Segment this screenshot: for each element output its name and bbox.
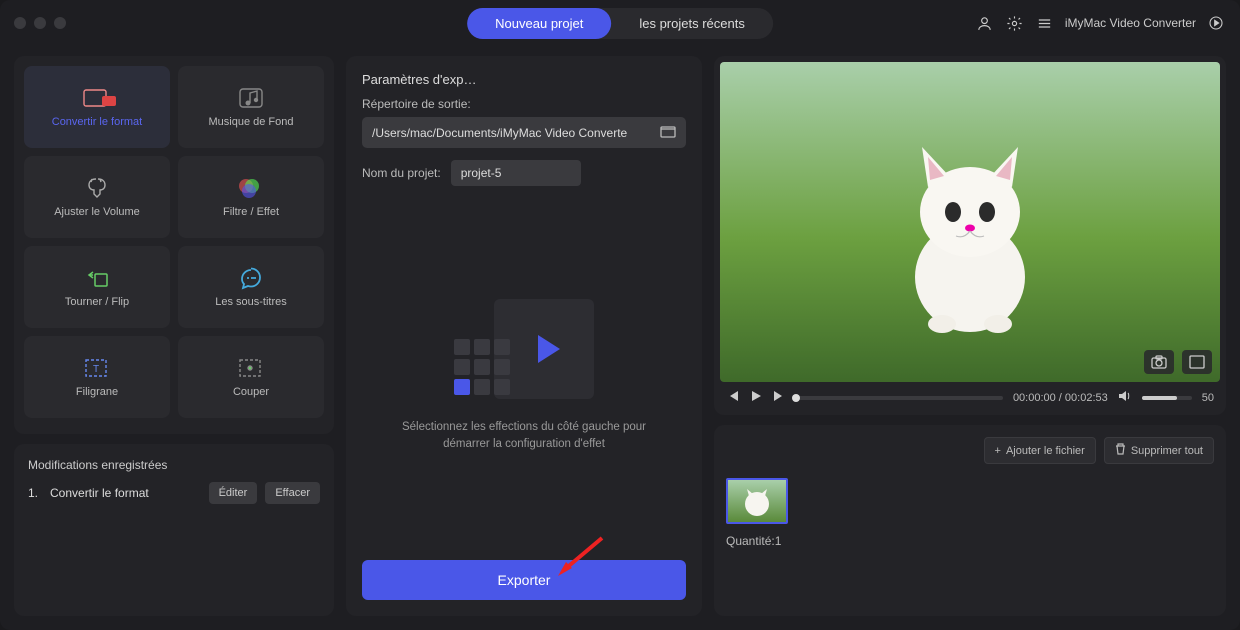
tool-convert-format[interactable]: Convertir le format bbox=[24, 66, 170, 148]
asset-count: Quantité:1 bbox=[726, 534, 1214, 548]
svg-text:T: T bbox=[93, 364, 99, 375]
maximize-window[interactable] bbox=[54, 17, 66, 29]
tool-rotate-flip[interactable]: Tourner / Flip bbox=[24, 246, 170, 328]
settings-icon[interactable] bbox=[1005, 13, 1025, 33]
watermark-icon: T bbox=[82, 356, 112, 380]
tool-label: Ajuster le Volume bbox=[54, 206, 140, 218]
delete-all-button[interactable]: Supprimer tout bbox=[1104, 437, 1214, 464]
tool-label: Filigrane bbox=[76, 386, 118, 398]
tools-panel: Convertir le format Musique de Fond Ajus… bbox=[14, 56, 334, 434]
modification-row: 1. Convertir le format Éditer Effacer bbox=[28, 482, 320, 504]
music-icon bbox=[236, 86, 266, 110]
tool-label: Les sous-titres bbox=[215, 296, 287, 308]
top-tabs: Nouveau projet les projets récents bbox=[467, 8, 773, 39]
tool-subtitles[interactable]: Les sous-titres bbox=[178, 246, 324, 328]
modifications-title: Modifications enregistrées bbox=[28, 458, 320, 472]
assets-panel: +Ajouter le fichier Supprimer tout Quant… bbox=[714, 425, 1226, 616]
cut-icon bbox=[236, 356, 266, 380]
account-icon[interactable] bbox=[975, 13, 995, 33]
tool-label: Couper bbox=[233, 386, 269, 398]
export-button[interactable]: Exporter bbox=[362, 560, 686, 600]
filter-icon bbox=[236, 176, 266, 200]
tool-label: Musique de Fond bbox=[209, 116, 294, 128]
export-panel-title: Paramètres d'exp… bbox=[362, 72, 686, 87]
play-badge-icon[interactable] bbox=[1206, 13, 1226, 33]
volume-value: 50 bbox=[1202, 392, 1214, 404]
tool-watermark[interactable]: T Filigrane bbox=[24, 336, 170, 418]
tool-label: Filtre / Effet bbox=[223, 206, 279, 218]
volume-icon bbox=[82, 176, 112, 200]
time-display: 00:00:00 / 00:02:53 bbox=[1013, 392, 1108, 404]
output-dir-label: Répertoire de sortie: bbox=[362, 97, 686, 111]
tool-adjust-volume[interactable]: Ajuster le Volume bbox=[24, 156, 170, 238]
tool-background-music[interactable]: Musique de Fond bbox=[178, 66, 324, 148]
progress-bar[interactable] bbox=[796, 396, 1003, 400]
tool-label: Tourner / Flip bbox=[65, 296, 129, 308]
preview-panel: 00:00:00 / 00:02:53 50 bbox=[714, 56, 1226, 415]
tool-label: Convertir le format bbox=[52, 116, 142, 128]
subtitles-icon bbox=[236, 266, 266, 290]
browse-folder-icon[interactable] bbox=[660, 124, 676, 141]
titlebar: Nouveau projet les projets récents iMyMa… bbox=[0, 0, 1240, 46]
effect-illustration bbox=[454, 299, 594, 399]
volume-slider[interactable] bbox=[1142, 396, 1192, 400]
plus-icon: + bbox=[995, 445, 1001, 457]
app-title: iMyMac Video Converter bbox=[1065, 16, 1196, 30]
menu-icon[interactable] bbox=[1035, 13, 1055, 33]
preview-content bbox=[850, 102, 1090, 342]
close-window[interactable] bbox=[14, 17, 26, 29]
player-controls: 00:00:00 / 00:02:53 50 bbox=[720, 382, 1220, 405]
tool-filter-effect[interactable]: Filtre / Effet bbox=[178, 156, 324, 238]
tab-new-project[interactable]: Nouveau projet bbox=[467, 8, 611, 39]
minimize-window[interactable] bbox=[34, 17, 46, 29]
output-dir-value: /Users/mac/Documents/iMyMac Video Conver… bbox=[372, 126, 652, 140]
export-panel: Paramètres d'exp… Répertoire de sortie: … bbox=[346, 56, 702, 616]
project-name-label: Nom du projet: bbox=[362, 166, 441, 180]
play-icon[interactable] bbox=[750, 390, 762, 405]
prev-icon[interactable] bbox=[726, 390, 740, 405]
effect-hint: Sélectionnez les effections du côté gauc… bbox=[362, 419, 686, 454]
tool-cut[interactable]: Couper bbox=[178, 336, 324, 418]
add-file-button[interactable]: +Ajouter le fichier bbox=[984, 437, 1096, 464]
project-name-input[interactable] bbox=[451, 160, 581, 186]
fullscreen-icon[interactable] bbox=[1182, 350, 1212, 374]
edit-button[interactable]: Éditer bbox=[209, 482, 258, 504]
asset-thumbnail[interactable] bbox=[726, 478, 788, 524]
convert-format-icon bbox=[82, 86, 112, 110]
modification-name: Convertir le format bbox=[50, 486, 201, 500]
snapshot-icon[interactable] bbox=[1144, 350, 1174, 374]
trash-icon bbox=[1115, 443, 1126, 458]
modifications-panel: Modifications enregistrées 1. Convertir … bbox=[14, 444, 334, 616]
next-icon[interactable] bbox=[772, 390, 786, 405]
output-dir-field[interactable]: /Users/mac/Documents/iMyMac Video Conver… bbox=[362, 117, 686, 148]
rotate-icon bbox=[82, 266, 112, 290]
clear-button[interactable]: Effacer bbox=[265, 482, 320, 504]
video-preview[interactable] bbox=[720, 62, 1220, 382]
tab-recent-projects[interactable]: les projets récents bbox=[611, 8, 773, 39]
modification-index: 1. bbox=[28, 486, 42, 500]
window-controls bbox=[14, 17, 66, 29]
volume-icon[interactable] bbox=[1118, 390, 1132, 405]
